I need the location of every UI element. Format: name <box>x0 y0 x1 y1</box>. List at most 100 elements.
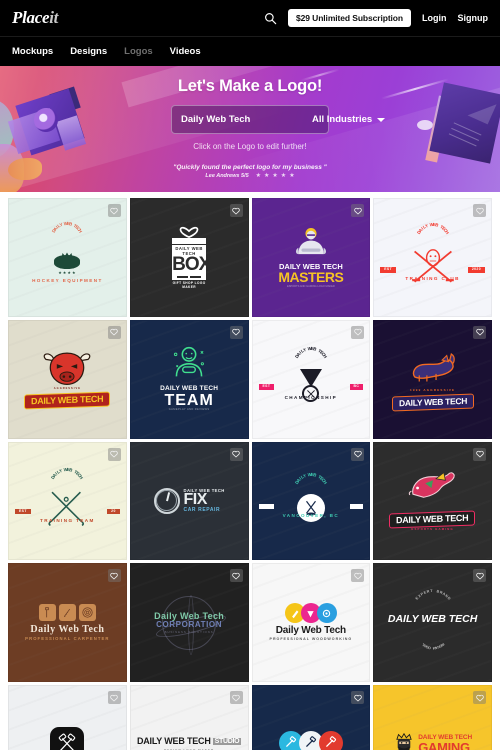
studio-lockup: DAILY WEB TECH STUDIO <box>137 736 242 746</box>
heart-icon <box>354 450 362 458</box>
logo-preview: DAILY WEB TECH ESPORTS GAMING <box>374 471 491 531</box>
logo-card-championship-medal[interactable]: DAILY WEB TECH EST BC CHAMPIONSHIP <box>251 319 371 439</box>
logo-preview <box>9 727 126 750</box>
main-nav: Mockups Designs Logos Videos <box>0 36 500 66</box>
logo-card-professional-carpenter[interactable]: Daily Web Tech PROFESSIONAL CARPENTER <box>8 563 127 682</box>
heart-icon <box>110 207 118 215</box>
carpenter-tool-icons <box>15 603 120 621</box>
logo-card-hammers-app-icon[interactable] <box>8 685 127 750</box>
logo-preview: Daily Web Tech PROFESSIONAL WOODWORKING <box>253 603 370 641</box>
logo-card-training-team[interactable]: DAILY WEB TECH EST 20 TRAINING TEAM <box>8 441 127 561</box>
heart-icon <box>232 329 240 336</box>
muscle-mascot-icon <box>259 227 364 264</box>
favorite-button[interactable] <box>107 569 121 583</box>
logo-card-masters-esports[interactable]: DAILY WEB TECH MASTERS ESPORTS AND GAMIN… <box>251 198 371 317</box>
heart-icon <box>475 450 484 458</box>
heart-icon <box>475 694 484 702</box>
logo-card-corporation-globe[interactable]: Daily Web Tech CORPORATION BUSINESS SOLU… <box>129 563 249 682</box>
logo-preview: 1999 AGGRESSIVE DAILY WEB TECH <box>374 349 491 411</box>
favorite-button[interactable] <box>351 569 365 583</box>
favorite-button[interactable] <box>107 447 121 461</box>
logo-subtitle: BUSINESS SOLUTIONS <box>164 629 214 634</box>
heart-icon <box>232 694 240 702</box>
crown-icon <box>61 247 73 259</box>
industry-dropdown-label: All Industries <box>312 114 373 125</box>
favorite-button[interactable] <box>473 691 486 704</box>
logo-card-training-club[interactable]: DAILY WEB TECH EST 2020 TRAINING CLUB <box>373 198 492 317</box>
favorite-button[interactable] <box>473 204 486 217</box>
industry-dropdown[interactable]: All Industries <box>312 114 386 125</box>
favorite-button[interactable] <box>351 325 365 339</box>
logo-preview: DAILY WEB TECH EST 2020 TRAINING CLUB <box>374 222 491 283</box>
logo-card-panther-esports[interactable]: 1999 AGGRESSIVE DAILY WEB TECH <box>373 319 492 439</box>
logo-main-text: FIX <box>183 491 208 509</box>
favorite-button[interactable] <box>229 447 243 461</box>
favorite-button[interactable] <box>107 691 121 704</box>
search-icon[interactable] <box>263 11 277 25</box>
favorite-button[interactable] <box>473 569 486 583</box>
star-icon: ★ <box>289 173 295 179</box>
logo-card-gaming-team[interactable]: DAILY WEB TECH TEAM GAMEPLAY AND REVIEWS <box>129 319 249 439</box>
site-logo[interactable]: Placeit <box>12 8 58 28</box>
heart-icon <box>110 450 118 458</box>
logo-subtitle: CHAMPIONSHIP <box>284 395 338 400</box>
favorite-button[interactable] <box>107 325 121 339</box>
heart-icon <box>232 207 240 215</box>
gaming-lockup: DAILY WEB TECH GAMING <box>380 732 485 750</box>
subscription-button[interactable]: $29 Unlimited Subscription <box>288 9 411 27</box>
logo-badge-right: BC <box>349 384 364 390</box>
favorite-button[interactable] <box>229 325 243 339</box>
logo-badge-right: 2020 <box>467 267 485 273</box>
logo-card-hockey-equipment[interactable]: DAILY WEB TECH ★★★★ HOCKEY EQUIPMENT <box>8 198 127 317</box>
heart-icon <box>354 329 362 336</box>
favorite-button[interactable] <box>473 325 486 339</box>
nav-item-designs[interactable]: Designs <box>70 46 107 57</box>
axe-icon <box>38 603 56 621</box>
brand-name-input[interactable] <box>181 114 312 125</box>
favorite-button[interactable] <box>351 691 365 704</box>
logo-subtitle: PROFESSIONAL CARPENTER <box>25 636 110 642</box>
logo-preview: DAILY WEB TECH EST BC CHAMPIONSHIP <box>253 346 370 403</box>
favorite-button[interactable] <box>107 204 121 217</box>
heart-icon <box>354 207 362 215</box>
logo-card-expert-brand-logo-maker[interactable]: EXPERT BRAND DAILY WEB TECH LOGO MAKER <box>373 563 492 682</box>
logo-main-text: DAILY WEB TECH <box>24 391 111 411</box>
favorite-button[interactable] <box>229 691 243 704</box>
tool-circle-icons <box>259 730 364 750</box>
nav-item-logos[interactable]: Logos <box>124 46 153 57</box>
logo-results-grid: DAILY WEB TECH ★★★★ HOCKEY EQUIPMENT DAI… <box>0 192 500 750</box>
hero-testimonial: "Quickly found the perfect logo for my b… <box>173 164 327 179</box>
logo-card-dragon-esports[interactable]: DAILY WEB TECH ESPORTS GAMING <box>373 441 492 561</box>
logo-card-bull-mascot[interactable]: AGGRESSIVE DAILY WEB TECH <box>8 319 127 439</box>
logo-card-professional-woodworking[interactable]: Daily Web Tech PROFESSIONAL WOODWORKING <box>251 563 371 682</box>
logo-main-text: DAILY WEB TECH <box>389 510 476 529</box>
star-icon: ★ <box>255 173 262 179</box>
logo-card-daily-web-tech-studio[interactable]: DAILY WEB TECH STUDIO DESIGN LOGO MAKER <box>129 685 249 750</box>
logo-card-fix-car-repair[interactable]: DAILY WEB TECH FIX CAR REPAIR <box>129 441 249 561</box>
top-bar-actions: $29 Unlimited Subscription Login Signup <box>263 9 488 27</box>
favorite-button[interactable] <box>229 569 243 583</box>
logo-card-tool-circles[interactable] <box>251 685 371 750</box>
signup-link[interactable]: Signup <box>458 13 489 23</box>
logo-arc-text: DAILY WEB TECH <box>50 466 85 480</box>
logo-mid-text: CORPORATION <box>156 620 223 630</box>
favorite-button[interactable] <box>351 204 365 217</box>
heart-icon <box>110 694 118 702</box>
logo-card-gift-box[interactable]: DAILY WEB TECH BOX GIFT SHOP LOGO MAKER <box>129 198 249 317</box>
favorite-button[interactable] <box>351 447 365 461</box>
favorite-button[interactable] <box>229 204 243 217</box>
favorite-button[interactable] <box>473 447 486 461</box>
nav-item-mockups[interactable]: Mockups <box>12 46 53 57</box>
logo-card-vancouver-bc[interactable]: DAILY WEB TECH EST BC VANCOUVER, BC <box>251 441 371 561</box>
heart-icon <box>232 450 240 458</box>
login-link[interactable]: Login <box>422 13 447 23</box>
logo-preview: DAILY WEB TECH BOX GIFT SHOP LOGO MAKER <box>131 226 248 289</box>
logo-main-text: TEAM <box>164 392 214 410</box>
nav-item-videos[interactable]: Videos <box>170 46 201 57</box>
hero-subtitle: Click on the Logo to edit further! <box>193 142 307 151</box>
logo-preview: DAILY WEB TECH FIX CAR REPAIR <box>131 487 248 514</box>
testimonial-meta: Lee Andrews 5/5 ★ ★ ★ ★ ★ <box>173 173 327 179</box>
saw-icon <box>58 603 76 621</box>
logo-preview: Daily Web Tech PROFESSIONAL CARPENTER <box>9 603 126 642</box>
logo-card-gaming-king[interactable]: DAILY WEB TECH GAMING <box>373 685 492 750</box>
